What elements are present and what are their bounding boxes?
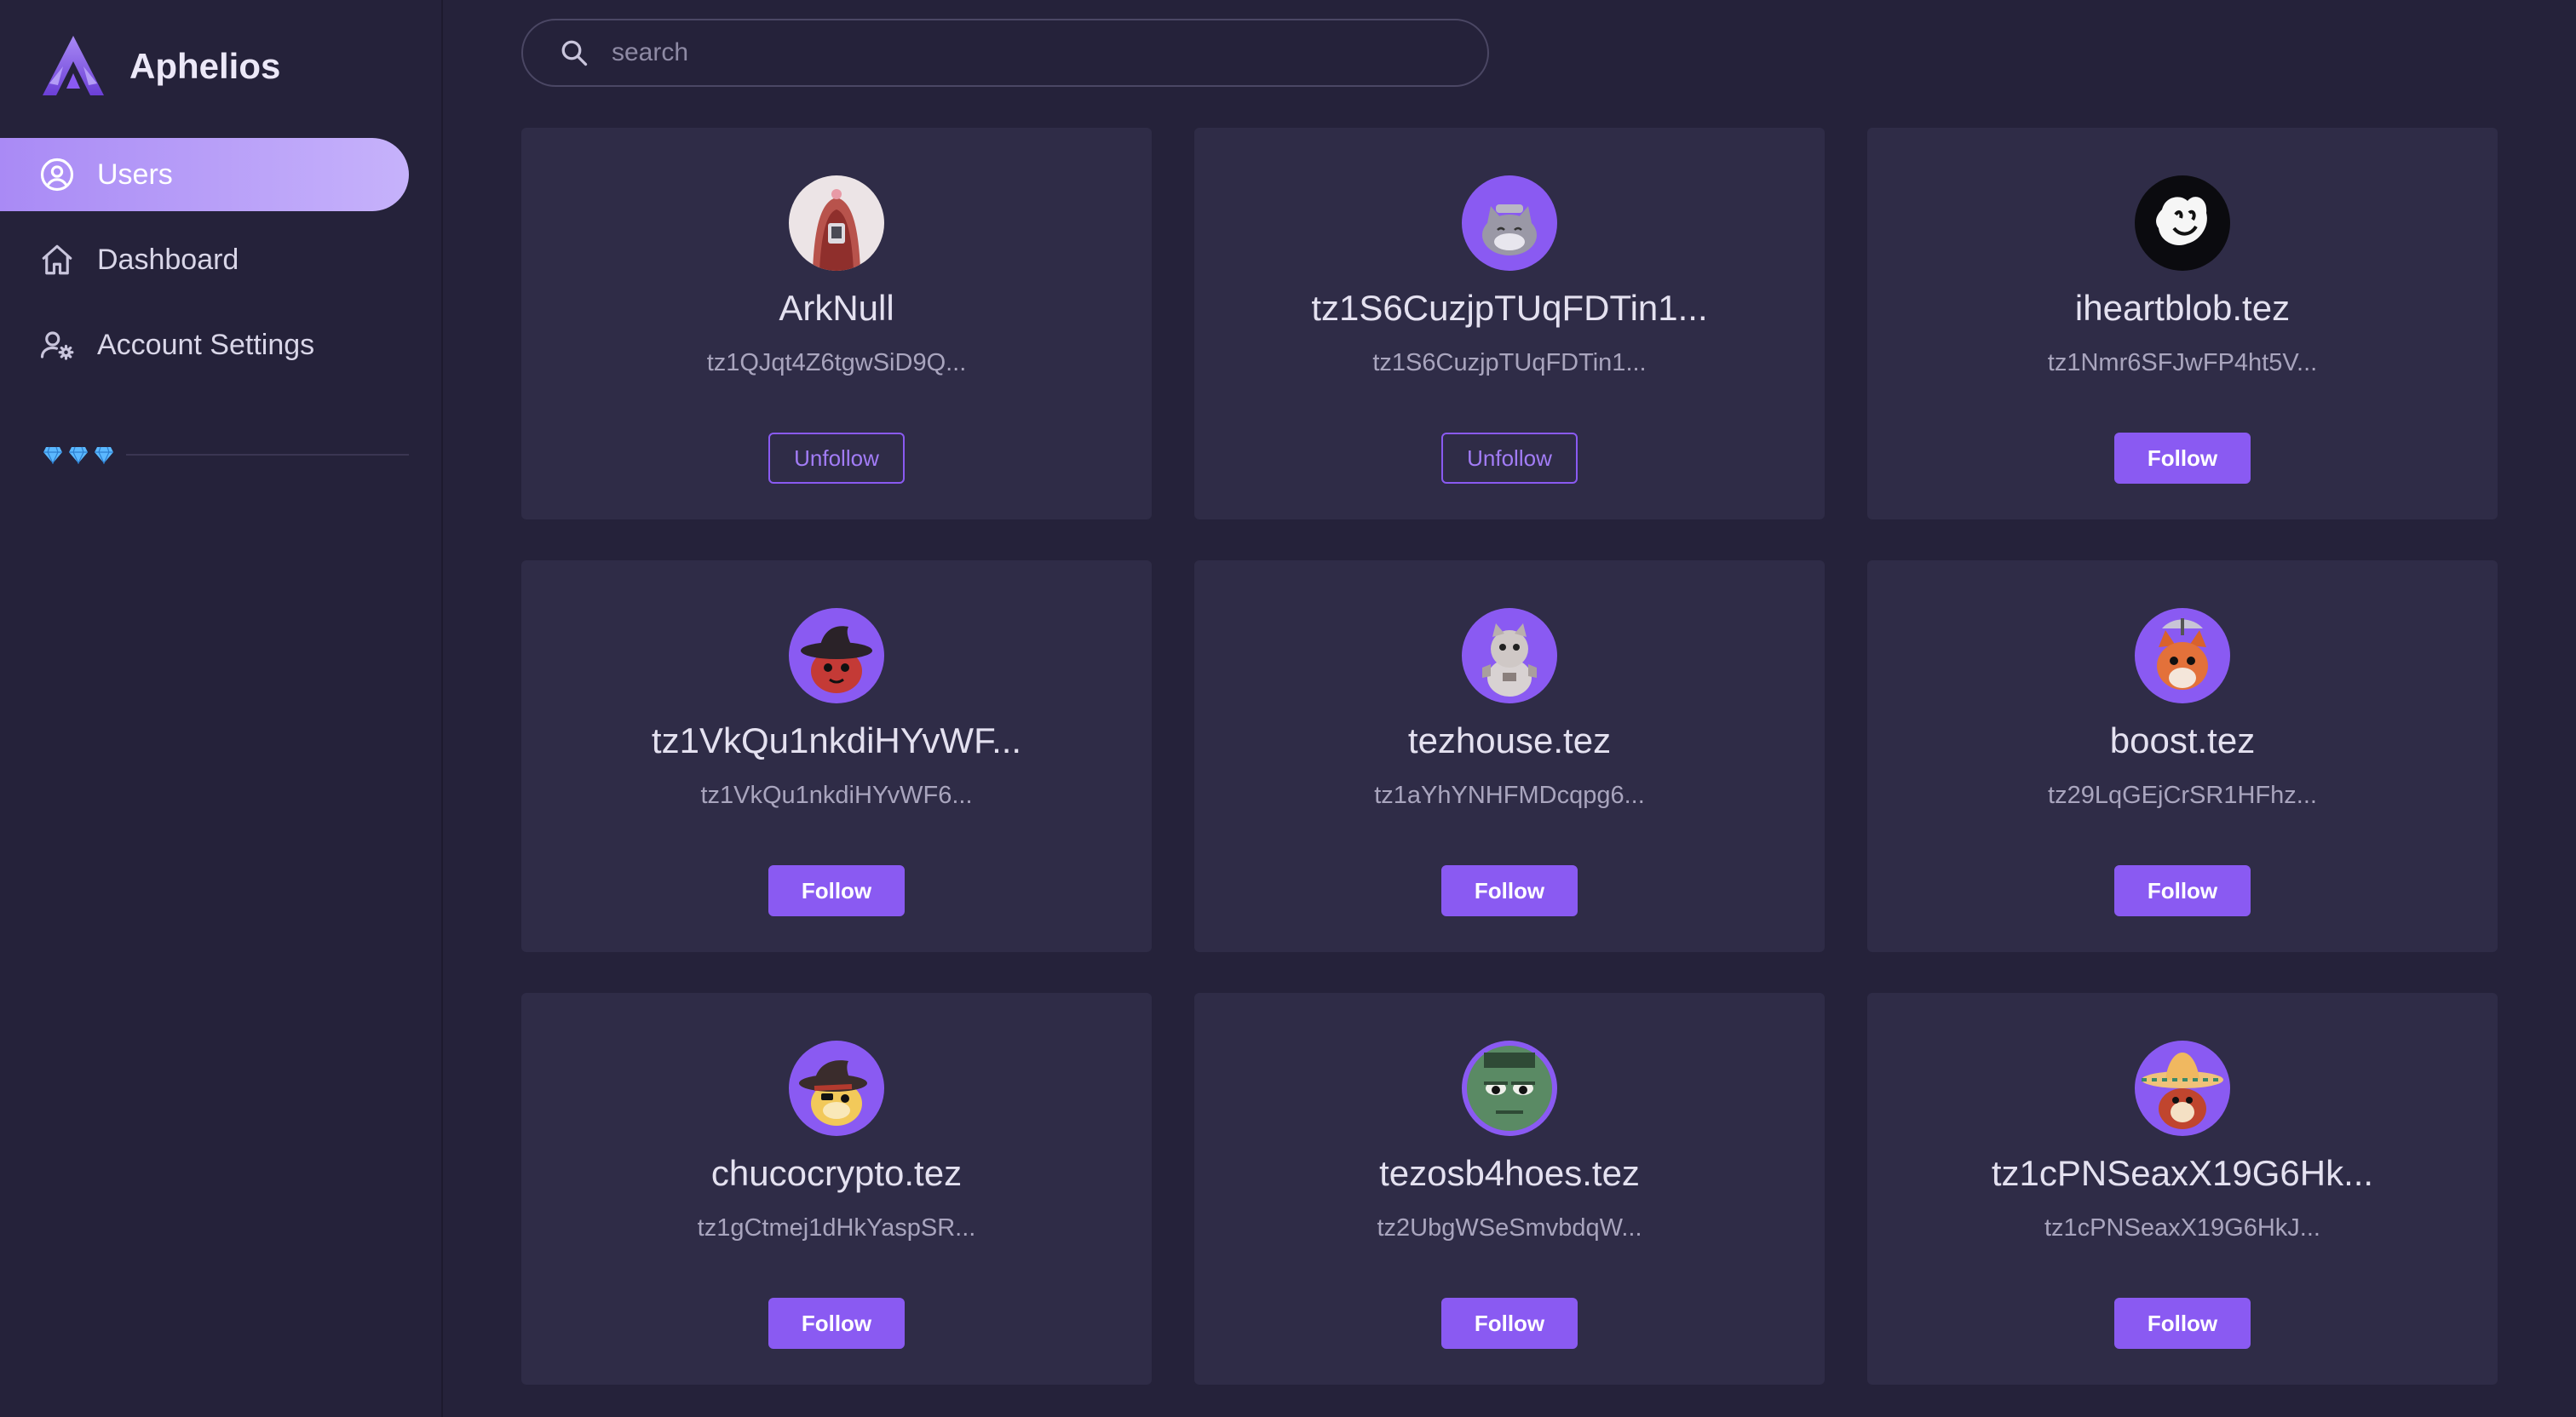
user-address: tz1VkQu1nkdiHYvWF6... bbox=[700, 782, 973, 809]
sidebar-item-dashboard[interactable]: Dashboard bbox=[0, 223, 409, 296]
user-name[interactable]: tz1VkQu1nkdiHYvWF... bbox=[652, 720, 1021, 761]
pirate-hat-avatar[interactable] bbox=[789, 1041, 884, 1136]
gem-icon bbox=[69, 446, 88, 464]
user-name[interactable]: tz1S6CuzjpTUqFDTin1... bbox=[1311, 288, 1707, 329]
sidebar-item-label: Dashboard bbox=[97, 243, 239, 276]
gray-cat-avatar[interactable] bbox=[1462, 175, 1557, 271]
follow-button[interactable]: Follow bbox=[2114, 865, 2251, 916]
user-name[interactable]: iheartblob.tez bbox=[2075, 288, 2290, 329]
search-input[interactable] bbox=[610, 37, 1380, 68]
red-hood-avatar[interactable] bbox=[789, 175, 884, 271]
sidebar-nav: Users Dashboard Account Settings bbox=[0, 138, 409, 393]
user-name[interactable]: ArkNull bbox=[779, 288, 894, 329]
unfollow-button[interactable]: Unfollow bbox=[1441, 433, 1578, 484]
user-card: boost.tez tz29LqGEjCrSR1HFhz... Follow bbox=[1867, 560, 2498, 952]
app-root: Aphelios Users Dashboard Account Setting… bbox=[0, 0, 2576, 1417]
user-card: tezosb4hoes.tez tz2UbgWSeSmvbdqW... Foll… bbox=[1194, 993, 1825, 1385]
fox-avatar[interactable] bbox=[2135, 608, 2230, 703]
witch-hat-avatar[interactable] bbox=[789, 608, 884, 703]
brand[interactable]: Aphelios bbox=[39, 32, 280, 100]
user-address: tz1cPNSeaxX19G6HkJ... bbox=[2044, 1214, 2320, 1242]
gem-icon bbox=[95, 446, 113, 464]
unfollow-button[interactable]: Unfollow bbox=[768, 433, 905, 484]
user-card: iheartblob.tez tz1Nmr6SFJwFP4ht5V... Fol… bbox=[1867, 128, 2498, 519]
robot-bear-avatar[interactable] bbox=[1462, 608, 1557, 703]
user-address: tz1aYhYNHFMDcqpg6... bbox=[1374, 782, 1645, 809]
gems bbox=[43, 445, 114, 464]
user-name[interactable]: tz1cPNSeaxX19G6Hk... bbox=[1992, 1153, 2373, 1194]
follow-button[interactable]: Follow bbox=[2114, 1298, 2251, 1349]
user-card: tz1S6CuzjpTUqFDTin1... tz1S6CuzjpTUqFDTi… bbox=[1194, 128, 1825, 519]
follow-button[interactable]: Follow bbox=[2114, 433, 2251, 484]
gems-divider bbox=[0, 439, 409, 470]
divider bbox=[126, 454, 409, 456]
follow-button[interactable]: Follow bbox=[1441, 1298, 1578, 1349]
user-circle-icon bbox=[39, 157, 75, 192]
sidebar: Aphelios Users Dashboard Account Setting… bbox=[0, 0, 443, 1417]
user-card: chucocrypto.tez tz1gCtmej1dHkYaspSR... F… bbox=[521, 993, 1152, 1385]
green-monster-avatar[interactable] bbox=[1462, 1041, 1557, 1136]
search-icon bbox=[559, 37, 589, 68]
follow-button[interactable]: Follow bbox=[768, 865, 905, 916]
user-grid: ArkNull tz1QJqt4Z6tgwSiD9Q... Unfollow t… bbox=[521, 128, 2498, 1385]
gem-icon bbox=[43, 446, 62, 464]
user-address: tz1Nmr6SFJwFP4ht5V... bbox=[2047, 349, 2318, 376]
user-address: tz2UbgWSeSmvbdqW... bbox=[1377, 1214, 1642, 1242]
user-gear-icon bbox=[39, 327, 75, 363]
sidebar-item-account-settings[interactable]: Account Settings bbox=[0, 308, 409, 382]
follow-button[interactable]: Follow bbox=[768, 1298, 905, 1349]
app-name: Aphelios bbox=[129, 46, 281, 86]
search-bar[interactable] bbox=[521, 19, 1489, 87]
aphelios-logo-icon bbox=[39, 32, 107, 100]
follow-button[interactable]: Follow bbox=[1441, 865, 1578, 916]
user-card: tezhouse.tez tz1aYhYNHFMDcqpg6... Follow bbox=[1194, 560, 1825, 952]
user-card: ArkNull tz1QJqt4Z6tgwSiD9Q... Unfollow bbox=[521, 128, 1152, 519]
user-name[interactable]: tezhouse.tez bbox=[1408, 720, 1611, 761]
user-address: tz1gCtmej1dHkYaspSR... bbox=[697, 1214, 976, 1242]
user-name[interactable]: boost.tez bbox=[2110, 720, 2255, 761]
sidebar-item-label: Users bbox=[97, 158, 173, 191]
user-card: tz1VkQu1nkdiHYvWF... tz1VkQu1nkdiHYvWF6.… bbox=[521, 560, 1152, 952]
sombrero-avatar[interactable] bbox=[2135, 1041, 2230, 1136]
user-address: tz1S6CuzjpTUqFDTin1... bbox=[1372, 349, 1647, 376]
sidebar-item-users[interactable]: Users bbox=[0, 138, 409, 211]
user-card: tz1cPNSeaxX19G6Hk... tz1cPNSeaxX19G6HkJ.… bbox=[1867, 993, 2498, 1385]
blob-avatar[interactable] bbox=[2135, 175, 2230, 271]
user-name[interactable]: chucocrypto.tez bbox=[711, 1153, 962, 1194]
user-address: tz29LqGEjCrSR1HFhz... bbox=[2048, 782, 2317, 809]
home-icon bbox=[39, 242, 75, 278]
sidebar-item-label: Account Settings bbox=[97, 328, 315, 361]
user-name[interactable]: tezosb4hoes.tez bbox=[1379, 1153, 1640, 1194]
user-address: tz1QJqt4Z6tgwSiD9Q... bbox=[706, 349, 967, 376]
